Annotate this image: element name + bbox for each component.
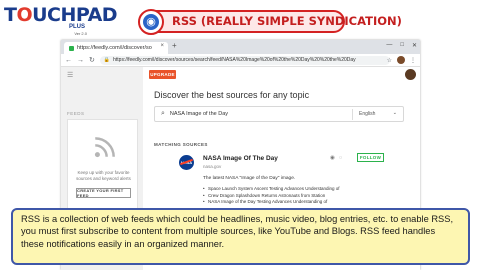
title-banner: ◉ RSS (REALLY SIMPLE SYNDICATION) bbox=[138, 9, 402, 35]
chevron-down-icon[interactable]: ⌄ bbox=[393, 110, 397, 116]
page-title: RSS (REALLY SIMPLE SYNDICATION) bbox=[172, 14, 402, 28]
create-feed-button[interactable]: CREATE YOUR FIRST FEED bbox=[76, 188, 131, 198]
reload-icon[interactable]: ↻ bbox=[89, 56, 95, 64]
star-icon[interactable]: ☆ bbox=[387, 57, 392, 64]
user-avatar[interactable] bbox=[405, 69, 416, 80]
account-avatar[interactable] bbox=[397, 56, 405, 64]
tab-label: https://feedly.com/i/discover/so bbox=[77, 45, 152, 51]
brand-version: Ver 2.0 bbox=[74, 31, 87, 36]
toolbar-right: ☆ ⋮ bbox=[387, 56, 416, 64]
follow-button[interactable]: FOLLOW bbox=[357, 153, 384, 162]
brand-name: TOUCHPAD bbox=[4, 4, 118, 26]
matching-sources-label: MATCHING SOURCES bbox=[154, 142, 208, 147]
search-icon: ⌕ bbox=[161, 110, 165, 117]
eye-icon[interactable]: ◉ bbox=[330, 155, 335, 161]
result-title[interactable]: NASA Image Of The Day bbox=[203, 155, 278, 162]
close-window-icon[interactable]: ✕ bbox=[412, 42, 417, 49]
list-item[interactable]: NASA Image of the Day Testing Advances U… bbox=[203, 199, 398, 206]
brand-plus: PLUS bbox=[68, 24, 85, 30]
address-url: https://feedly.com/i/discover/sources/se… bbox=[113, 57, 356, 63]
tab-bar: https://feedly.com/i/discover/so × + — □… bbox=[61, 40, 420, 54]
hamburger-icon[interactable]: ☰ bbox=[67, 71, 73, 79]
search-input[interactable]: NASA Image of the Day bbox=[170, 111, 228, 117]
tab-close-icon[interactable]: × bbox=[160, 43, 164, 49]
globe-icon: ◉ bbox=[138, 9, 164, 35]
upgrade-button[interactable]: UPGRADE bbox=[149, 70, 176, 79]
sidebar-hint: Keep up with your favorite sources and k… bbox=[76, 170, 131, 182]
feeds-label: FEEDS bbox=[67, 111, 85, 116]
discover-heading: Discover the best sources for any topic bbox=[154, 90, 310, 100]
forward-icon[interactable]: → bbox=[77, 57, 84, 64]
window-controls: — □ ✕ bbox=[386, 42, 417, 49]
address-bar[interactable]: 🔒 https://feedly.com/i/discover/sources/… bbox=[99, 55, 390, 65]
source-search-box[interactable]: ⌕ NASA Image of the Day English ⌄ bbox=[154, 106, 404, 122]
minimize-icon[interactable]: — bbox=[386, 42, 392, 49]
result-url: nasa.gov bbox=[203, 164, 222, 169]
back-icon[interactable]: ← bbox=[65, 57, 72, 64]
result-items: Space Launch System Ascent Testing Advan… bbox=[203, 186, 398, 206]
result-description: The latest NASA "Image of the Day" image… bbox=[203, 176, 296, 181]
rss-icon bbox=[94, 137, 115, 158]
touchpad-logo: TOUCHPAD PLUS Ver 2.0 bbox=[4, 4, 118, 36]
new-tab-button[interactable]: + bbox=[172, 41, 177, 50]
nasa-logo: NASA bbox=[179, 155, 194, 170]
caption-box: RSS is a collection of web feeds which c… bbox=[11, 208, 470, 265]
browser-tab[interactable]: https://feedly.com/i/discover/so × bbox=[64, 42, 168, 54]
language-select[interactable]: English bbox=[359, 111, 375, 117]
menu-icon[interactable]: ⋮ bbox=[410, 57, 416, 64]
result-actions: ◉ ◌ bbox=[330, 155, 342, 161]
empty-feeds-panel: Keep up with your favorite sources and k… bbox=[67, 119, 138, 214]
maximize-icon[interactable]: □ bbox=[400, 42, 404, 49]
lock-icon: 🔒 bbox=[103, 57, 111, 63]
bookmark-icon[interactable]: ◌ bbox=[339, 155, 342, 161]
feedly-favicon-icon bbox=[69, 45, 74, 51]
search-divider bbox=[352, 109, 353, 120]
navigation-bar: ← → ↻ 🔒 https://feedly.com/i/discover/so… bbox=[61, 54, 420, 67]
